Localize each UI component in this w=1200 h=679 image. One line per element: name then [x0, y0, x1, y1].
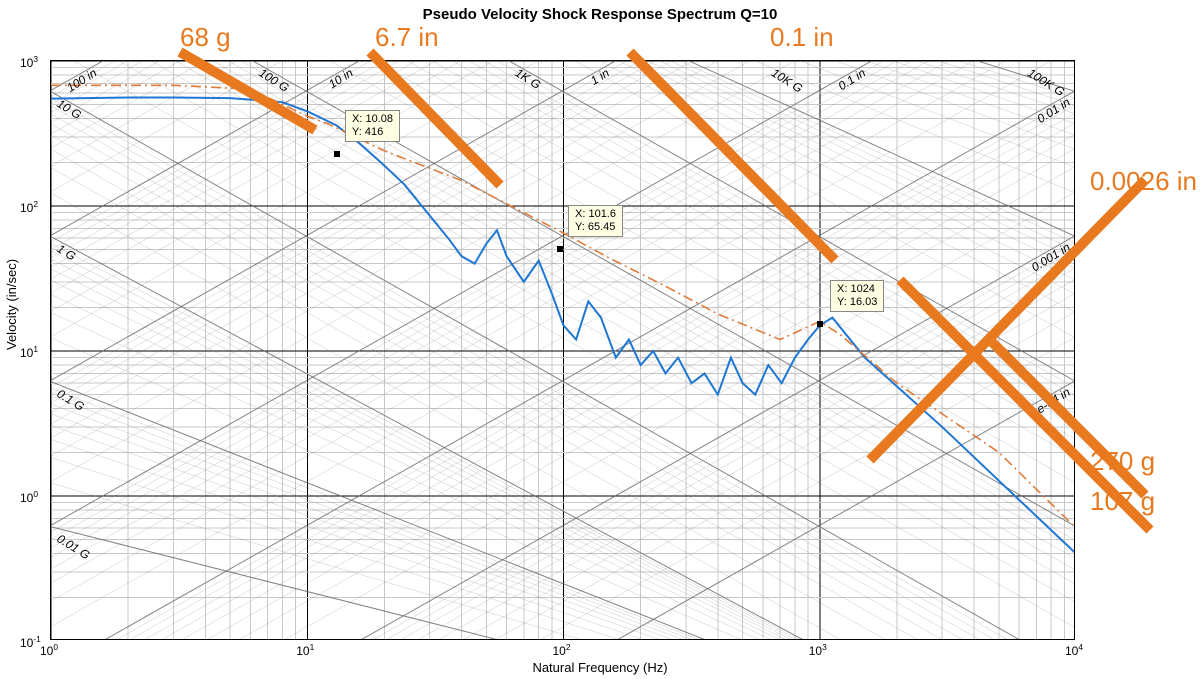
ann-68g: 68 g	[180, 22, 231, 52]
x-tick: 101	[296, 642, 314, 658]
y-tick: 10-1	[20, 634, 41, 650]
ol-68g	[180, 52, 315, 130]
ann-00026in: 0.0026 in	[1090, 166, 1197, 196]
x-tick: 102	[553, 642, 571, 658]
y-tick: 101	[20, 344, 38, 360]
x-tick: 100	[40, 642, 58, 658]
x-axis-label: Natural Frequency (Hz)	[0, 660, 1200, 675]
x-tick: 103	[809, 642, 827, 658]
x-tick: 104	[1065, 642, 1083, 658]
datatip-1: X: 10.08Y: 416	[345, 110, 400, 142]
y-axis-label: Velocity (in/sec)	[4, 259, 19, 350]
y-tick: 100	[20, 489, 38, 505]
datatip-2: X: 101.6Y: 65.45	[568, 205, 623, 237]
ann-270g: 270 g	[1090, 446, 1155, 476]
ann-107g: 107 g	[1090, 486, 1155, 516]
ann-67in: 6.7 in	[375, 22, 439, 52]
ol-01in	[630, 52, 835, 260]
ann-01in: 0.1 in	[770, 22, 834, 52]
datatip-3: X: 1024Y: 16.03	[830, 280, 884, 312]
ol-00026	[870, 180, 1145, 460]
chart-title: Pseudo Velocity Shock Response Spectrum …	[0, 6, 1200, 23]
overlay: 68 g 6.7 in 0.1 in 0.0026 in 270 g 107 g	[50, 60, 1075, 640]
y-tick: 102	[20, 199, 38, 215]
y-tick: 103	[20, 54, 38, 70]
